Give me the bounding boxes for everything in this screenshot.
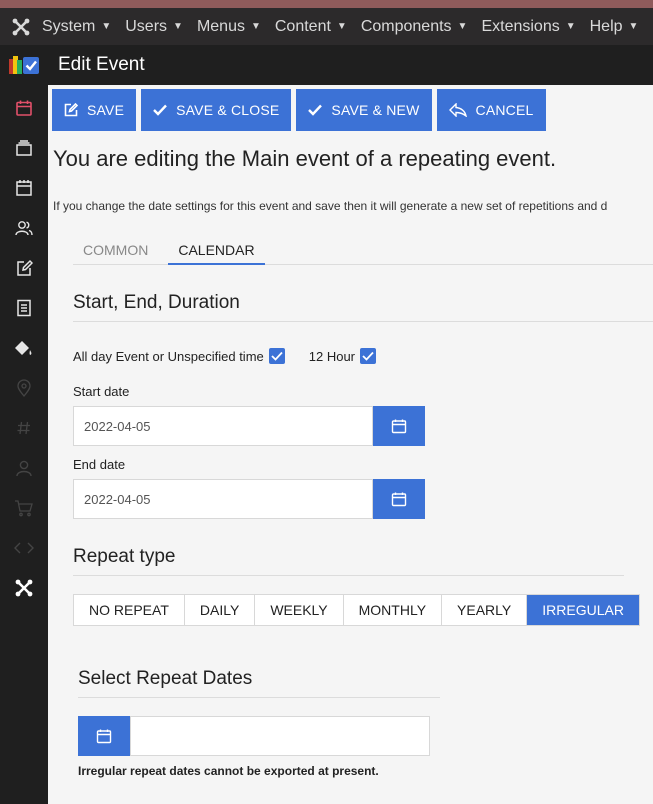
code-icon[interactable]	[0, 528, 48, 568]
cart-icon[interactable]	[0, 488, 48, 528]
menu-users-label: Users	[125, 17, 168, 35]
menu-extensions[interactable]: Extensions ▼	[481, 18, 575, 36]
menu-help[interactable]: Help ▼	[590, 18, 639, 36]
repeat-daily[interactable]: DAILY	[185, 595, 256, 625]
page-title: Edit Event	[58, 54, 145, 75]
menu-menus-label: Menus	[196, 17, 245, 35]
menu-help-label: Help	[589, 17, 623, 35]
twelve-hour-label: 12 Hour	[308, 348, 356, 364]
caret-down-icon: ▼	[628, 21, 639, 32]
section-divider	[73, 321, 653, 322]
notice-text: If you change the date settings for this…	[53, 199, 608, 213]
reply-arrow-icon	[448, 103, 467, 117]
edit-square-icon	[64, 103, 78, 117]
tab-common[interactable]: COMMON	[73, 236, 158, 265]
repeat-weekly[interactable]: WEEKLY	[255, 595, 344, 625]
caret-down-icon: ▼	[336, 21, 347, 32]
menu-content[interactable]: Content ▼	[275, 18, 347, 36]
hash-icon[interactable]	[0, 408, 48, 448]
allday-checkbox[interactable]	[268, 348, 285, 364]
caret-down-icon: ▼	[565, 21, 576, 32]
save-new-button[interactable]: SAVE & NEW	[296, 89, 432, 131]
checkmark-icon	[362, 351, 374, 361]
title-bar: Edit Event	[0, 45, 653, 85]
layers-icon[interactable]	[0, 128, 48, 168]
sidebar	[0, 85, 48, 804]
users-icon[interactable]	[0, 208, 48, 248]
calendar-icon	[391, 492, 407, 507]
caret-down-icon: ▼	[173, 21, 183, 32]
location-icon[interactable]	[0, 368, 48, 408]
repeat-divider	[73, 575, 624, 576]
edit-icon[interactable]	[0, 248, 48, 288]
repeat-dates-calendar-button[interactable]	[78, 716, 130, 756]
checkmark-icon	[271, 351, 283, 361]
caret-down-icon: ▼	[101, 21, 112, 32]
caret-down-icon: ▼	[457, 21, 468, 32]
start-date-input[interactable]: 2022-04-05	[73, 406, 373, 446]
save-close-button[interactable]: SAVE & CLOSE	[141, 89, 292, 131]
tab-bar: COMMON CALENDAR	[73, 236, 653, 265]
menu-system[interactable]: System ▼	[42, 18, 111, 36]
joomla-logo-icon[interactable]	[0, 8, 42, 45]
repeat-type-selector: NO REPEAT DAILY WEEKLY MONTHLY YEARLY IR…	[73, 594, 640, 626]
document-icon[interactable]	[0, 288, 48, 328]
joomla-icon[interactable]	[0, 568, 48, 608]
tab-calendar[interactable]: CALENDAR	[168, 236, 265, 265]
paint-bucket-icon[interactable]	[0, 328, 48, 368]
cancel-button[interactable]: CANCEL	[436, 89, 546, 131]
check-icon	[153, 104, 167, 116]
time-options: All day Event or Unspecified time 12 Hou…	[73, 348, 377, 364]
menu-system-label: System	[42, 17, 96, 35]
calendar-icon	[96, 729, 112, 744]
calendar-grid-icon[interactable]	[0, 168, 48, 208]
twelve-hour-checkbox[interactable]	[360, 348, 377, 364]
check-icon	[308, 104, 323, 116]
menu-components-label: Components	[360, 17, 452, 35]
irregular-note: Irregular repeat dates cannot be exporte…	[78, 764, 379, 778]
save-new-label: SAVE & NEW	[331, 102, 420, 118]
menu-users[interactable]: Users ▼	[125, 18, 183, 36]
start-date-calendar-button[interactable]	[373, 406, 425, 446]
user-icon[interactable]	[0, 448, 48, 488]
repeat-dates-divider	[78, 697, 440, 698]
menu-extensions-label: Extensions	[481, 17, 560, 35]
repeat-monthly[interactable]: MONTHLY	[344, 595, 443, 625]
end-date-input[interactable]: 2022-04-05	[73, 479, 373, 519]
section-heading: Start, End, Duration	[73, 292, 240, 313]
end-date-calendar-button[interactable]	[373, 479, 425, 519]
repeat-irregular[interactable]: IRREGULAR	[527, 595, 639, 625]
top-menu-bar: System ▼ Users ▼ Menus ▼ Content ▼ Component…	[0, 0, 653, 45]
menu-content-label: Content	[274, 17, 331, 35]
caret-down-icon: ▼	[250, 21, 261, 32]
toolbar: SAVE SAVE & CLOSE SAVE & NEW CANCEL	[52, 89, 551, 131]
calendar-icon	[391, 419, 407, 434]
cancel-label: CANCEL	[475, 102, 534, 118]
jevents-logo-icon	[0, 45, 48, 85]
repeat-type-heading: Repeat type	[73, 546, 176, 567]
save-close-label: SAVE & CLOSE	[176, 102, 280, 118]
save-label: SAVE	[87, 102, 125, 118]
save-button[interactable]: SAVE	[52, 89, 137, 131]
repeat-yearly[interactable]: YEARLY	[442, 595, 528, 625]
notice-title: You are editing the Main event of a repe…	[53, 146, 557, 171]
calendar-icon[interactable]	[0, 88, 48, 128]
repeat-dates-heading: Select Repeat Dates	[78, 668, 253, 689]
menu-menus[interactable]: Menus ▼	[197, 18, 261, 36]
repeat-dates-input[interactable]	[130, 716, 430, 756]
start-date-label: Start date	[73, 384, 130, 399]
allday-label: All day Event or Unspecified time	[73, 348, 264, 364]
menu-components[interactable]: Components ▼	[361, 18, 468, 36]
repeat-no-repeat[interactable]: NO REPEAT	[74, 595, 185, 625]
end-date-label: End date	[73, 457, 126, 472]
